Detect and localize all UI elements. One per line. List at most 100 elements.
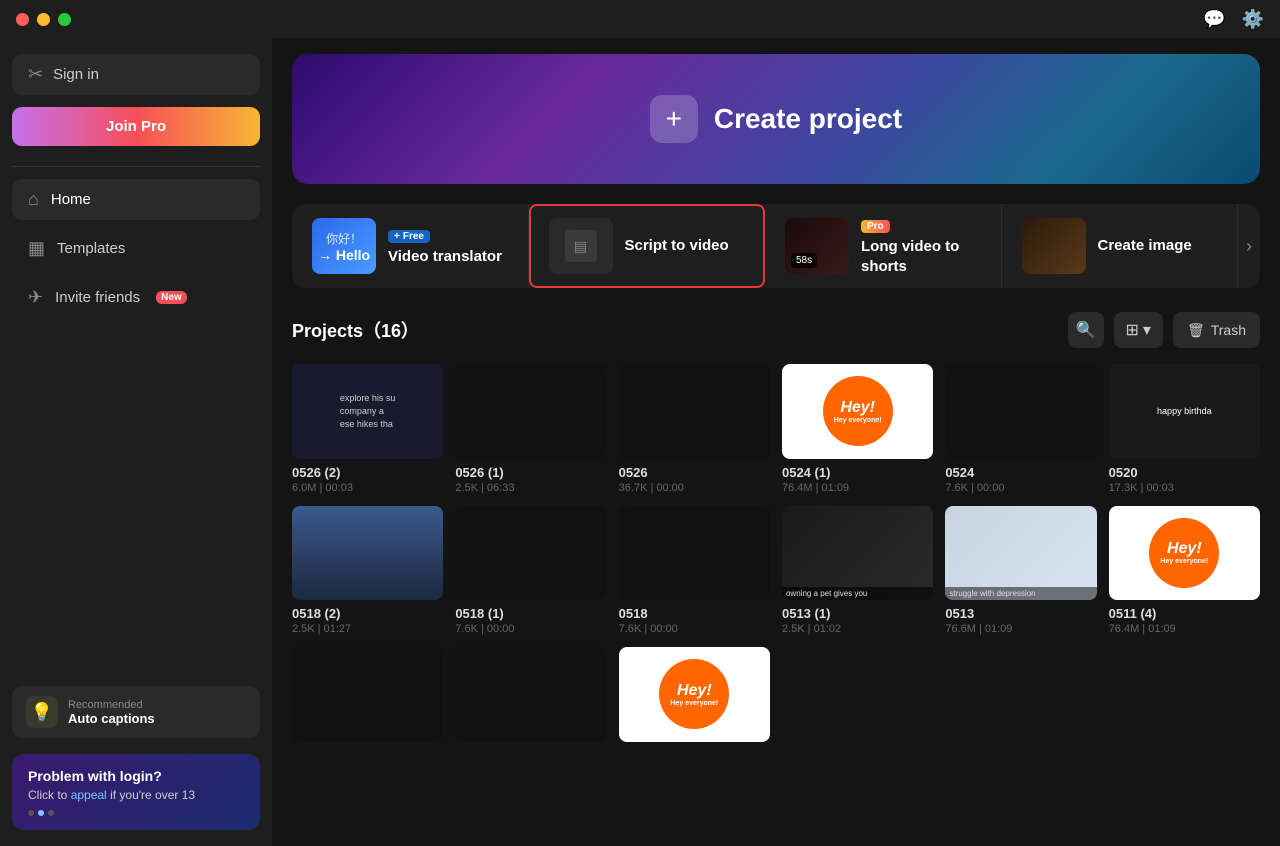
project-0526-1[interactable]: 0526 (1) 2.5K | 06:33 [455, 364, 606, 494]
thumb-inner [619, 506, 770, 601]
project-0511-4[interactable]: Hey! Hey everyone! 0511 (4) 76.4M | 01:0… [1109, 506, 1260, 636]
titlebar: 💬 ⚙️ [0, 0, 1280, 38]
project-name: 0518 (2) [292, 606, 443, 621]
project-meta: 7.6K | 00:00 [945, 482, 1096, 494]
sidebar-item-home-label: Home [51, 191, 91, 208]
sign-in-button[interactable]: ✂ Sign in [12, 54, 260, 95]
project-0513[interactable]: struggle with depression 0513 76.6M | 01… [945, 506, 1096, 636]
project-0526[interactable]: 0526 36.7K | 00:00 [619, 364, 770, 494]
join-pro-button[interactable]: Join Pro [12, 107, 260, 146]
sidebar-item-invite-label: Invite friends [55, 289, 140, 306]
appeal-link[interactable]: appeal [71, 788, 107, 802]
project-name: 0520 [1109, 465, 1260, 480]
project-meta: 6.0M | 00:03 [292, 482, 443, 494]
feature-script-to-video[interactable]: ▤ Script to video [529, 204, 766, 288]
close-button[interactable] [16, 13, 29, 26]
project-0524-1[interactable]: Hey! Hey everyone! 0524 (1) 76.4M | 01:0… [782, 364, 933, 494]
main-content: + Create project 你好！ → Hello Free Video … [272, 38, 1280, 846]
project-thumb-0524 [945, 364, 1096, 459]
dot-3 [48, 810, 54, 816]
project-0520[interactable]: happy birthda 0520 17.3K | 00:03 [1109, 364, 1260, 494]
search-button[interactable]: 🔍 [1068, 312, 1104, 348]
create-image-title: Create image [1098, 236, 1218, 256]
feature-video-translator[interactable]: 你好！ → Hello Free Video translator [292, 204, 529, 288]
trash-button[interactable]: 🗑 Trash [1173, 312, 1260, 348]
settings-icon[interactable]: ⚙️ [1242, 9, 1264, 30]
projects-title: Projects（16） [292, 317, 419, 343]
project-thumb-0511-3 [292, 647, 443, 742]
hey-bubble: Hey! Hey everyone! [823, 376, 893, 446]
long-video-title: Long video to shorts [861, 237, 981, 276]
sidebar-item-templates[interactable]: ▦ Templates [12, 228, 260, 269]
project-thumb-0511-4: Hey! Hey everyone! [1109, 506, 1260, 601]
thumb-inner [455, 506, 606, 601]
thumb-inner: happy birthda [1109, 364, 1260, 459]
project-0526-2[interactable]: explore his sucompany aese hikes tha 052… [292, 364, 443, 494]
script-thumb-inner: ▤ [549, 218, 613, 274]
problem-desc: Click to appeal if you're over 13 [28, 788, 244, 802]
sidebar-item-invite[interactable]: ✈ Invite friends New [12, 277, 260, 318]
project-thumb-0526-1 [455, 364, 606, 459]
script-doc-icon: ▤ [565, 230, 597, 262]
sign-in-label: Sign in [53, 66, 99, 83]
project-0513-1[interactable]: owning a pet gives you 0513 (1) 2.5K | 0… [782, 506, 933, 636]
thumb-inner: owning a pet gives you [782, 506, 933, 601]
home-icon: ⌂ [28, 189, 39, 210]
problem-age-text: if you're over 13 [110, 788, 195, 802]
project-thumb-0511-2 [455, 647, 606, 742]
project-meta: 17.3K | 00:03 [1109, 482, 1260, 494]
trash-icon: 🗑 [1187, 322, 1205, 339]
minimize-button[interactable] [37, 13, 50, 26]
project-0518[interactable]: 0518 7.6K | 00:00 [619, 506, 770, 636]
video-translator-info: Free Video translator [388, 226, 508, 267]
project-0511-2[interactable] [455, 647, 606, 748]
search-icon: 🔍 [1076, 320, 1096, 340]
view-toggle-button[interactable]: ⊞ ▾ [1114, 312, 1163, 348]
project-name: 0513 [945, 606, 1096, 621]
feature-long-video[interactable]: 58s Pro Long video to shorts [765, 204, 1002, 288]
project-0524[interactable]: 0524 7.6K | 00:00 [945, 364, 1096, 494]
duration-badge: 58s [791, 253, 817, 268]
project-meta: 76.4M | 01:09 [782, 482, 933, 494]
maximize-button[interactable] [58, 13, 71, 26]
problem-click-text: Click to [28, 788, 71, 802]
hey-bubble-2: Hey! Hey everyone! [1149, 518, 1219, 588]
thumb-inner [945, 364, 1096, 459]
project-thumb-0526-2: explore his sucompany aese hikes tha [292, 364, 443, 459]
project-thumb-0513: struggle with depression [945, 506, 1096, 601]
hey-bubble-3: Hey! Hey everyone! [659, 659, 729, 729]
new-badge: New [156, 291, 187, 304]
rec-title: Auto captions [68, 711, 155, 726]
project-meta: 76.6M | 01:09 [945, 623, 1096, 635]
food-placeholder [1022, 218, 1086, 274]
hello-thumb: 你好！ → Hello [312, 218, 376, 274]
chat-icon[interactable]: 💬 [1203, 9, 1225, 30]
chevron-down-icon: ▾ [1143, 320, 1151, 340]
problem-card[interactable]: Problem with login? Click to appeal if y… [12, 754, 260, 830]
project-meta: 2.5K | 06:33 [455, 482, 606, 494]
project-0518-1[interactable]: 0518 (1) 7.6K | 00:00 [455, 506, 606, 636]
recommendation-card[interactable]: 💡 Recommended Auto captions [12, 686, 260, 738]
create-project-label: Create project [714, 103, 902, 135]
feature-create-image[interactable]: Create image [1002, 204, 1239, 288]
thumb-inner: Hey! Hey everyone! [619, 647, 770, 742]
invite-icon: ✈ [28, 287, 43, 308]
project-0518-2[interactable]: 0518 (2) 2.5K | 01:27 [292, 506, 443, 636]
sidebar-item-templates-label: Templates [57, 240, 125, 257]
project-meta: 2.5K | 01:27 [292, 623, 443, 635]
script-to-video-thumb: ▤ [549, 218, 613, 274]
window-controls [16, 13, 71, 26]
create-project-banner[interactable]: + Create project [292, 54, 1260, 184]
project-thumb-0526 [619, 364, 770, 459]
create-image-info: Create image [1098, 236, 1218, 256]
long-video-info: Pro Long video to shorts [861, 216, 981, 276]
sidebar-item-home[interactable]: ⌂ Home [12, 179, 260, 220]
app-body: ✂ Sign in Join Pro ⌂ Home ▦ Templates ✈ … [0, 38, 1280, 846]
dot-1 [28, 810, 34, 816]
project-0511-1[interactable]: Hey! Hey everyone! [619, 647, 770, 748]
hello-chinese: 你好！ [326, 230, 362, 247]
project-0511-3[interactable] [292, 647, 443, 748]
rec-label: Recommended [68, 699, 155, 711]
features-chevron[interactable]: › [1246, 236, 1252, 257]
project-meta: 76.4M | 01:09 [1109, 623, 1260, 635]
